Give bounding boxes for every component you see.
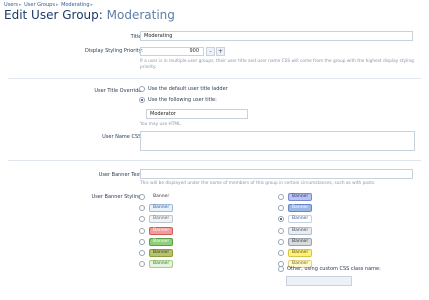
banner-radio[interactable] — [278, 227, 284, 234]
banner-radio[interactable] — [278, 194, 284, 200]
banner-radio[interactable] — [139, 227, 145, 234]
custom-css-option-label: Other, using custom CSS class name: — [287, 266, 381, 272]
banner-preview: Banner — [288, 226, 313, 235]
banner-radio[interactable] — [139, 261, 145, 268]
banner-preview: Banner — [288, 237, 313, 246]
priority-hint: If a user is in multiple user groups, th… — [140, 59, 414, 70]
banner-radio[interactable] — [278, 216, 284, 223]
custom-css-option[interactable]: Other, using custom CSS class name: — [278, 266, 381, 272]
banner-option-white[interactable]: Banner — [278, 215, 313, 224]
banner-preview: Banner — [288, 193, 313, 201]
user-title-override-label: User Title Override: — [94, 88, 143, 94]
option-following-title[interactable]: Use the following user title: — [139, 97, 217, 103]
banner-option-lightgray[interactable]: Banner — [139, 215, 174, 224]
page-title-group: Moderating — [106, 8, 175, 22]
banner-preview: Banner — [149, 204, 174, 213]
banner-option-olive[interactable]: Banner — [139, 249, 174, 257]
radio-default-title[interactable] — [139, 86, 145, 92]
banner-option-green[interactable]: Banner — [139, 237, 174, 246]
priority-input[interactable]: 900 — [140, 47, 204, 56]
priority-label: Display Styling Priority: — [85, 48, 143, 54]
radio-custom-css[interactable] — [278, 266, 284, 272]
banner-preview: Banner — [149, 226, 174, 235]
banner-preview: Banner — [149, 260, 174, 269]
banner-preview: Banner — [149, 193, 174, 201]
banner-text-label: User Banner Text: — [98, 172, 143, 178]
page-title-prefix: Edit User Group: — [4, 8, 103, 22]
option-following-title-label: Use the following user title: — [148, 97, 217, 103]
banner-radio[interactable] — [278, 205, 284, 212]
banner-option-blue[interactable]: Banner — [278, 204, 313, 213]
page-title: Edit User Group: Moderating — [4, 8, 175, 22]
user-name-css-textarea[interactable] — [140, 131, 415, 151]
custom-css-input[interactable] — [286, 276, 352, 286]
banner-radio[interactable] — [278, 238, 284, 245]
priority-increment-button[interactable]: + — [216, 47, 225, 56]
user-name-css-label: User Name CSS: — [102, 134, 143, 140]
banner-styling-label: User Banner Styling: — [91, 194, 143, 200]
priority-decrement-button[interactable]: - — [206, 47, 215, 56]
banner-preview: Banner — [149, 237, 174, 246]
banner-preview: Banner — [288, 204, 313, 213]
section-divider — [8, 160, 421, 161]
banner-radio[interactable] — [139, 250, 145, 256]
banner-option-none[interactable]: Banner — [139, 193, 174, 201]
banner-option-silver[interactable]: Banner — [278, 226, 313, 235]
banner-preview: Banner — [288, 215, 313, 224]
banner-preview: Banner — [149, 249, 174, 257]
banner-radio[interactable] — [278, 250, 284, 256]
banner-option-darkgray[interactable]: Banner — [278, 237, 313, 246]
banner-option-lightgreen[interactable]: Banner — [139, 260, 174, 269]
title-input[interactable]: Moderating — [140, 31, 413, 41]
banner-preview: Banner — [149, 215, 174, 224]
banner-radio[interactable] — [139, 194, 145, 200]
option-default-title-label: Use the default user title ladder — [148, 86, 228, 92]
banner-option-yellow[interactable]: Banner — [278, 249, 313, 257]
banner-hint: This will be displayed under the name of… — [140, 181, 376, 186]
radio-following-title[interactable] — [139, 97, 145, 103]
section-divider — [8, 78, 421, 79]
banner-option-lightblue[interactable]: Banner — [139, 204, 174, 213]
banner-preview: Banner — [288, 249, 313, 257]
banner-radio[interactable] — [139, 216, 145, 223]
html-hint: You may use HTML. — [140, 122, 182, 127]
banner-option-lavender[interactable]: Banner — [278, 193, 313, 201]
banner-radio[interactable] — [139, 238, 145, 245]
option-default-title[interactable]: Use the default user title ladder — [139, 86, 228, 92]
banner-option-red[interactable]: Banner — [139, 226, 174, 235]
user-title-input[interactable]: Moderator — [146, 109, 248, 119]
banner-radio[interactable] — [139, 205, 145, 212]
banner-text-input[interactable] — [140, 169, 413, 179]
